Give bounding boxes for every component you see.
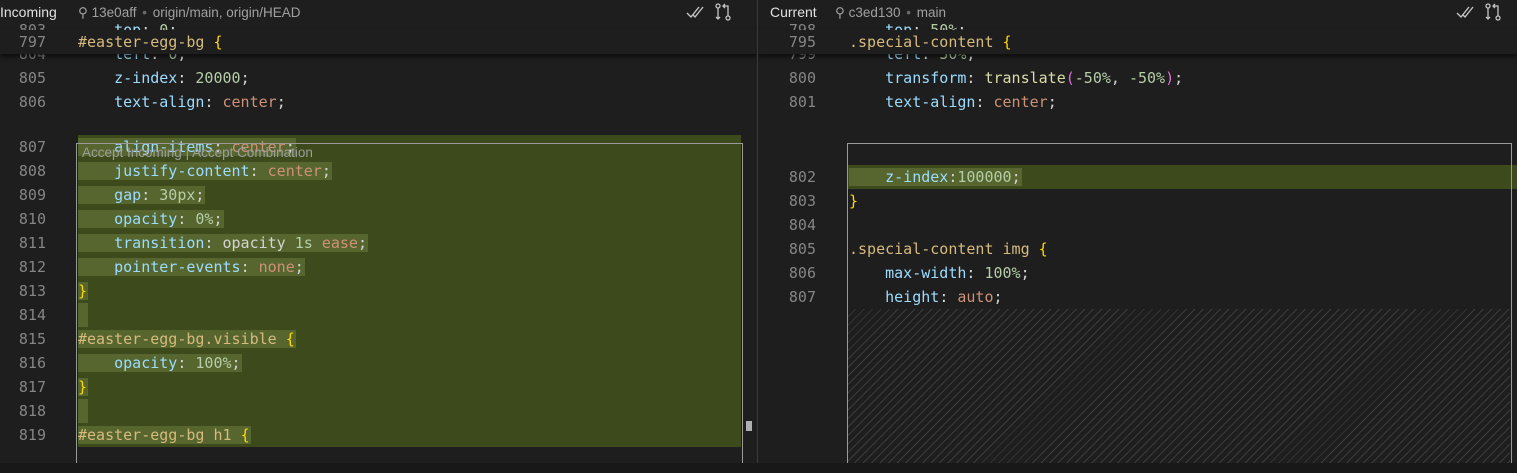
incoming-pane: Incoming ⚲ 13e0aff • origin/main, origin… [0,0,757,463]
code-token: : [204,93,223,111]
code-token: transform [885,69,967,87]
code-token: center [993,93,1048,111]
sticky-code-text: #easter-egg-bg { [78,33,223,51]
code-token: text-align [114,93,205,111]
code-token: ; [276,93,286,111]
sticky-code-text: .special-content { [849,33,1012,51]
code-line: 801 text-align: center; [758,90,1517,114]
bottom-bar [0,463,1517,473]
line-number: 800 [788,69,816,87]
accept-incoming-link[interactable]: Accept Incoming [82,145,182,160]
code-token: center [222,93,277,111]
code-token: { [1002,33,1012,51]
line-number: 795 [788,33,816,51]
code-token: : [975,93,994,111]
current-sticky-scroll[interactable]: 795 .special-content { [758,30,1517,54]
incoming-sticky-scroll[interactable]: 797 #easter-egg-bg { [0,30,757,54]
line-number: 802 [788,168,816,186]
current-pane: Current ⚲ c3ed130 • main 798 top: 50%;79… [758,0,1517,463]
line-number: 806 [788,264,816,282]
line-number: 808 [18,162,46,180]
code-token: translate [984,69,1066,87]
line-number: 809 [18,186,46,204]
code-text: text-align: center; [78,93,286,111]
code-token: { [213,33,223,51]
code-token: , [1110,69,1129,87]
line-number: 804 [788,216,816,234]
code-token: z-index [114,69,178,87]
code-text: text-align: center; [849,93,1057,111]
code-token: #easter-egg-bg [78,33,205,51]
code-token: : [966,69,985,87]
line-number: 814 [18,306,46,324]
line-number: 812 [18,258,46,276]
code-token: : [177,69,196,87]
line-number: 811 [18,234,46,252]
code-line: 806 text-align: center; [0,90,757,114]
line-number: 817 [18,378,46,396]
line-number: 819 [18,426,46,444]
line-number: 813 [18,282,46,300]
code-token: .special-content [849,33,994,51]
code-token: text-align [885,93,976,111]
line-number: 816 [18,354,46,372]
code-line: 805 z-index: 20000; [0,66,757,90]
incoming-code[interactable]: 803 top: 0;804 left: 0;805 z-index: 2000… [0,21,757,463]
code-token: ) [1165,69,1175,87]
line-number: 797 [18,33,46,51]
line-number: 810 [18,210,46,228]
code-token: ; [1174,69,1184,87]
code-token: ; [240,69,250,87]
line-number: 806 [18,93,46,111]
code-token: -50% [1074,69,1111,87]
code-token: ( [1065,69,1075,87]
code-line: 800 transform: translate(-50%, -50%); [758,66,1517,90]
code-text: z-index: 20000; [78,69,250,87]
line-number: 805 [18,69,46,87]
empty-region-hatch [848,309,1510,463]
accept-combination-link[interactable]: Accept Combination [192,145,313,160]
scrollbar-thumb[interactable] [746,421,752,431]
codelens-separator: | [181,145,193,160]
conflict-region-border [76,143,743,463]
code-token: -50% [1128,69,1166,87]
current-code[interactable]: 798 top: 50%;799 left: 50%;800 transform… [758,21,1517,463]
line-number: 805 [788,240,816,258]
line-number: 807 [18,138,46,156]
line-number: 815 [18,330,46,348]
line-number: 803 [788,192,816,210]
line-number: 807 [788,288,816,306]
code-text: transform: translate(-50%, -50%); [849,69,1183,87]
line-number: 818 [18,402,46,420]
codelens-actions: Accept Incoming | Accept Combination [82,145,313,160]
line-number: 801 [788,93,816,111]
code-token: 20000 [195,69,241,87]
code-token: ; [1047,93,1057,111]
